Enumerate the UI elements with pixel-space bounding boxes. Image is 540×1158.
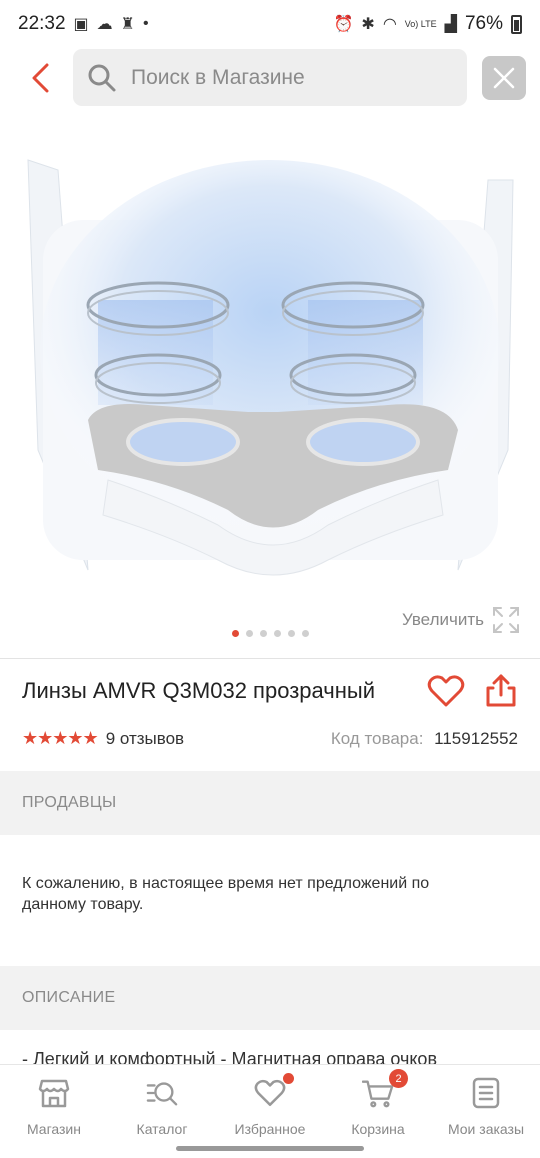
nav-label-catalog: Каталог — [136, 1121, 188, 1137]
nav-item-favorites[interactable]: Избранное — [216, 1065, 324, 1158]
volte-icon: Vo) LTE — [404, 18, 437, 29]
product-title-row: Линзы AMVR Q3M032 прозрачный — [22, 674, 522, 707]
gallery-dot[interactable] — [259, 630, 267, 637]
status-left: 22:32 ▣ ☁ ♜ • — [18, 13, 149, 35]
status-right: ⏰ ✱ ◠ Vo) LTE ▟ 76% — [333, 13, 522, 35]
nav-item-store[interactable]: Магазин — [0, 1065, 108, 1158]
favorite-button[interactable] — [427, 674, 465, 713]
orders-icon — [470, 1077, 502, 1109]
nav-item-catalog[interactable]: Каталог — [108, 1065, 216, 1158]
nav-label-orders: Мои заказы — [447, 1121, 525, 1137]
gallery-dot[interactable] — [231, 630, 239, 637]
divider — [0, 658, 540, 659]
alarm-icon: ⏰ — [333, 16, 354, 33]
favorites-badge-dot — [283, 1073, 294, 1084]
rating-stars: ★★★★★ — [22, 728, 99, 748]
gallery-dot[interactable] — [245, 630, 253, 637]
product-code: Код товара: 115912552 — [331, 729, 518, 749]
home-indicator[interactable] — [176, 1146, 364, 1151]
sellers-message: К сожалению, в настоящее время нет предл… — [22, 875, 430, 913]
gallery-dot[interactable] — [301, 630, 309, 637]
product-image[interactable] — [18, 150, 523, 580]
nav-label-store: Магазин — [26, 1121, 81, 1137]
nav-item-orders[interactable]: Мои заказы — [432, 1065, 540, 1158]
product-gallery[interactable]: Увеличить — [0, 130, 540, 660]
product-code-value: 115912552 — [434, 728, 518, 748]
heart-icon — [427, 675, 465, 707]
zoom-label: Увеличить — [402, 610, 484, 629]
battery-icon — [511, 14, 522, 34]
close-icon — [493, 67, 515, 89]
chevron-left-icon — [32, 63, 49, 93]
back-button[interactable] — [22, 58, 58, 98]
status-bar: 22:32 ▣ ☁ ♜ • ⏰ ✱ ◠ Vo) LTE ▟ 76% — [0, 0, 540, 48]
product-code-label: Код товара: — [330, 728, 424, 748]
gallery-dot[interactable] — [287, 630, 295, 637]
sellers-heading: ПРОДАВЦЫ — [22, 794, 117, 811]
share-button[interactable] — [484, 674, 518, 713]
share-icon — [486, 674, 516, 707]
product-title: Линзы AMVR Q3M032 прозрачный — [22, 678, 375, 703]
cart-icon: 2 — [362, 1069, 408, 1109]
store-icon — [38, 1077, 70, 1109]
gallery-notification-icon: ▣ — [73, 16, 89, 33]
more-notifications-icon: • — [143, 15, 149, 32]
cloud-icon: ☁ — [96, 16, 113, 33]
signal-icon: ▟ — [444, 16, 457, 33]
battery-percent: 76% — [464, 13, 503, 34]
search-icon — [88, 64, 116, 91]
bluetooth-icon: ✱ — [361, 16, 375, 33]
nav-label-favorites: Избранное — [234, 1121, 306, 1137]
cart-badge: 2 — [389, 1069, 408, 1088]
nav-label-cart: Корзина — [351, 1121, 405, 1137]
product-meta-row: ★★★★★ 9 отзывов Код товара: 115912552 — [22, 728, 518, 749]
nav-item-cart[interactable]: 2 Корзина — [324, 1065, 432, 1158]
search-header — [0, 48, 540, 108]
gallery-pagination[interactable] — [0, 630, 540, 637]
description-heading: ОПИСАНИЕ — [22, 989, 116, 1006]
catalog-search-icon — [146, 1077, 178, 1109]
status-time: 22:32 — [18, 13, 66, 34]
sellers-section-heading: ПРОДАВЦЫ — [0, 771, 540, 835]
heart-icon — [254, 1073, 294, 1109]
gallery-dot[interactable] — [273, 630, 281, 637]
wifi-icon: ◠ — [382, 16, 397, 33]
reviews-count[interactable]: 9 отзывов — [106, 729, 184, 749]
clear-search-button[interactable] — [482, 56, 526, 100]
bottom-navigation: Магазин Каталог Избранное 2 Корзина Мои … — [0, 1064, 540, 1158]
search-box[interactable] — [73, 49, 467, 106]
search-input[interactable] — [131, 65, 451, 90]
description-section-heading: ОПИСАНИЕ — [0, 966, 540, 1030]
rating[interactable]: ★★★★★ 9 отзывов — [22, 728, 184, 749]
app-notification-icon: ♜ — [120, 16, 136, 33]
